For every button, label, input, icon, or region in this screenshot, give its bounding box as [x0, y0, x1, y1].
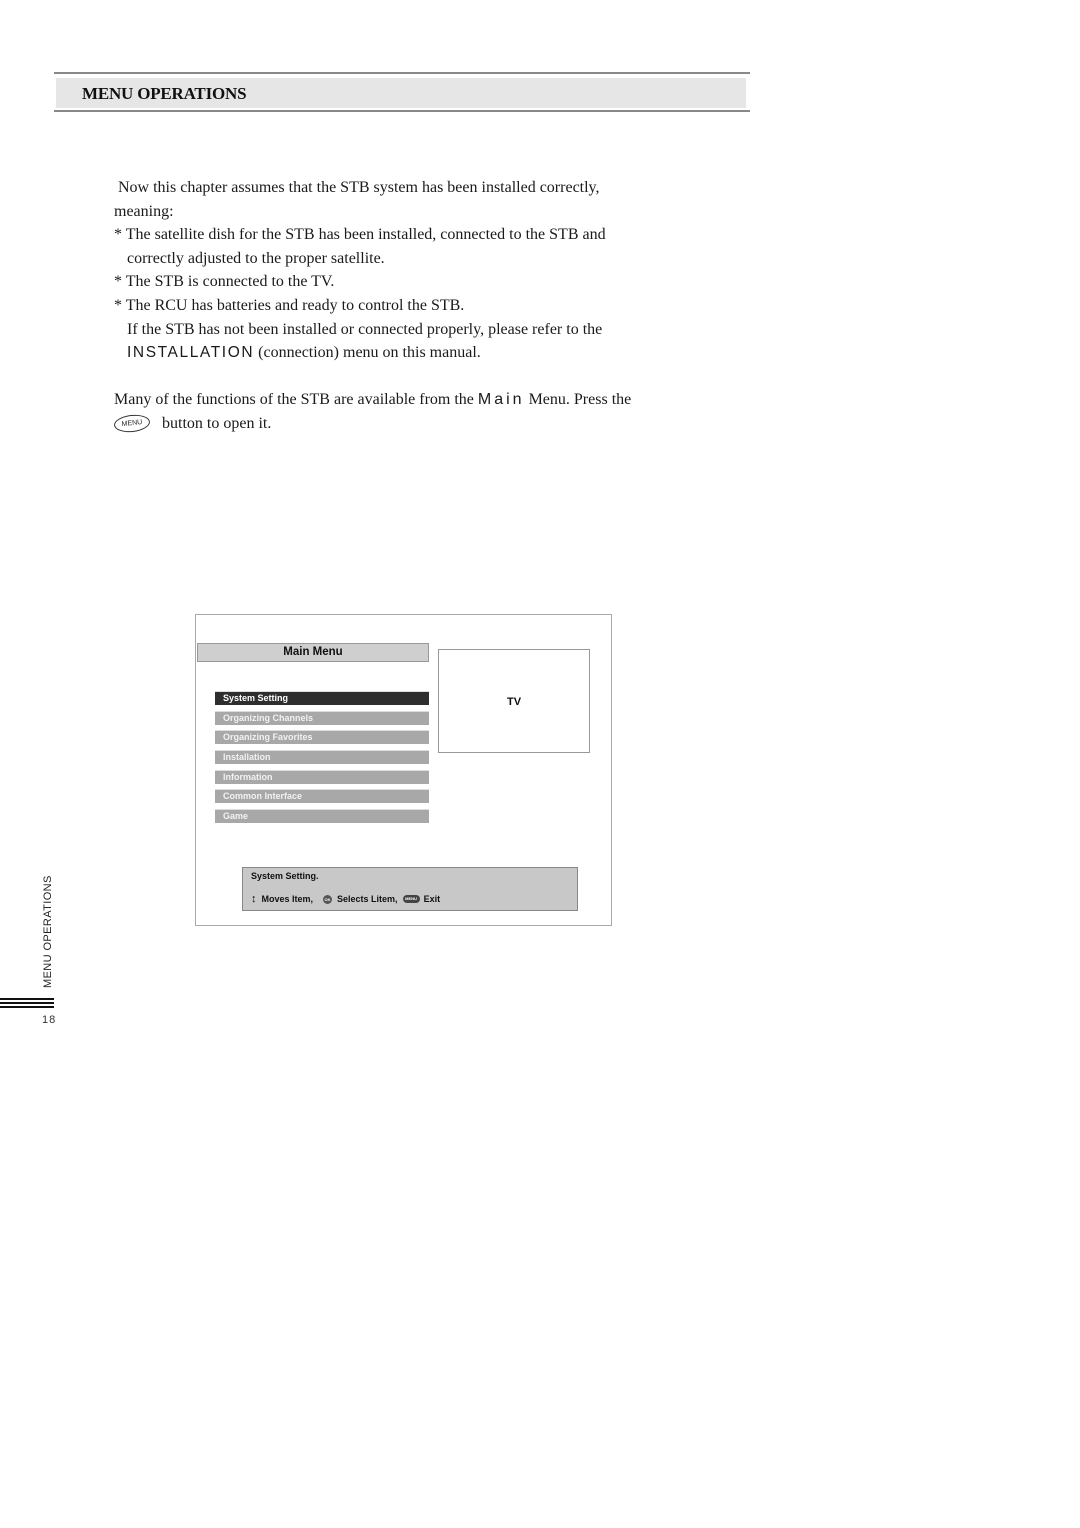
tv-preview: TV: [438, 649, 590, 753]
side-rule: [0, 1002, 54, 1004]
intro-line: meaning:: [114, 202, 174, 220]
main-menu-line: Many of the functions of the STB are ava…: [114, 388, 631, 412]
bullet-item-continuation: correctly adjusted to the proper satelli…: [127, 249, 385, 267]
menu-item-installation[interactable]: Installation: [215, 750, 429, 765]
help-keys: ↕ Moves Item, OK Selects Litem, MENU Exi…: [251, 893, 440, 905]
intro-paragraph: Now this chapter assumes that the STB sy…: [114, 176, 606, 365]
ok-button-icon: OK: [323, 894, 333, 904]
side-rule: [0, 1006, 54, 1008]
main-menu-screenshot: Main Menu System Setting Organizing Chan…: [195, 614, 612, 926]
menu-item-system-setting[interactable]: System Setting: [215, 691, 429, 705]
menu-item-organizing-favorites[interactable]: Organizing Favorites: [215, 730, 429, 745]
menu-item-common-interface[interactable]: Common Interface: [215, 789, 429, 804]
main-menu-line: MENU button to open it.: [113, 412, 631, 436]
tv-label: TV: [506, 696, 522, 708]
main-menu-paragraph: Many of the functions of the STB are ava…: [113, 388, 631, 436]
side-section-label: MENU OPERATIONS: [42, 875, 54, 988]
text: Many of the functions of the STB are ava…: [114, 391, 478, 408]
note-line: INSTALLATION (connection) menu on this m…: [114, 341, 606, 365]
help-bar: System Setting. ↕ Moves Item, OK Selects…: [242, 867, 578, 911]
exit-label: Exit: [423, 894, 441, 904]
header-rule-bottom: [54, 110, 750, 112]
bullet-item: * The satellite dish for the STB has bee…: [114, 226, 606, 244]
section-title: MENU OPERATIONS: [82, 84, 247, 103]
selects-item-label: Selects Litem,: [337, 894, 398, 904]
bullet-item: * The RCU has batteries and ready to con…: [114, 296, 465, 314]
note-rest: (connection) menu on this manual.: [254, 344, 481, 362]
menu-item-information[interactable]: Information: [215, 769, 429, 784]
side-rule: [0, 998, 54, 1000]
up-down-arrow-icon: ↕: [251, 893, 257, 905]
main-keyword: Main: [477, 391, 525, 408]
menu-item-organizing-channels[interactable]: Organizing Channels: [215, 710, 429, 725]
main-menu-list: System Setting Organizing Channels Organ…: [215, 691, 429, 829]
note-line: If the STB has not been installed or con…: [127, 320, 603, 338]
help-title: System Setting.: [251, 871, 319, 881]
bullet-item: * The STB is connected to the TV.: [114, 273, 335, 291]
main-menu-title: Main Menu: [197, 643, 429, 662]
header-rule-top: [54, 72, 750, 74]
text: Menu. Press the: [524, 391, 632, 408]
menu-button-icon: MENU: [113, 413, 151, 435]
menu-item-game[interactable]: Game: [215, 809, 429, 824]
intro-line: Now this chapter assumes that the STB sy…: [118, 179, 600, 196]
moves-item-label: Moves Item,: [261, 894, 314, 904]
installation-keyword: INSTALLATION: [127, 344, 255, 362]
page-number: 18: [42, 1014, 57, 1026]
menu-button-icon: MENU: [402, 895, 420, 903]
text: button to open it.: [162, 414, 272, 432]
